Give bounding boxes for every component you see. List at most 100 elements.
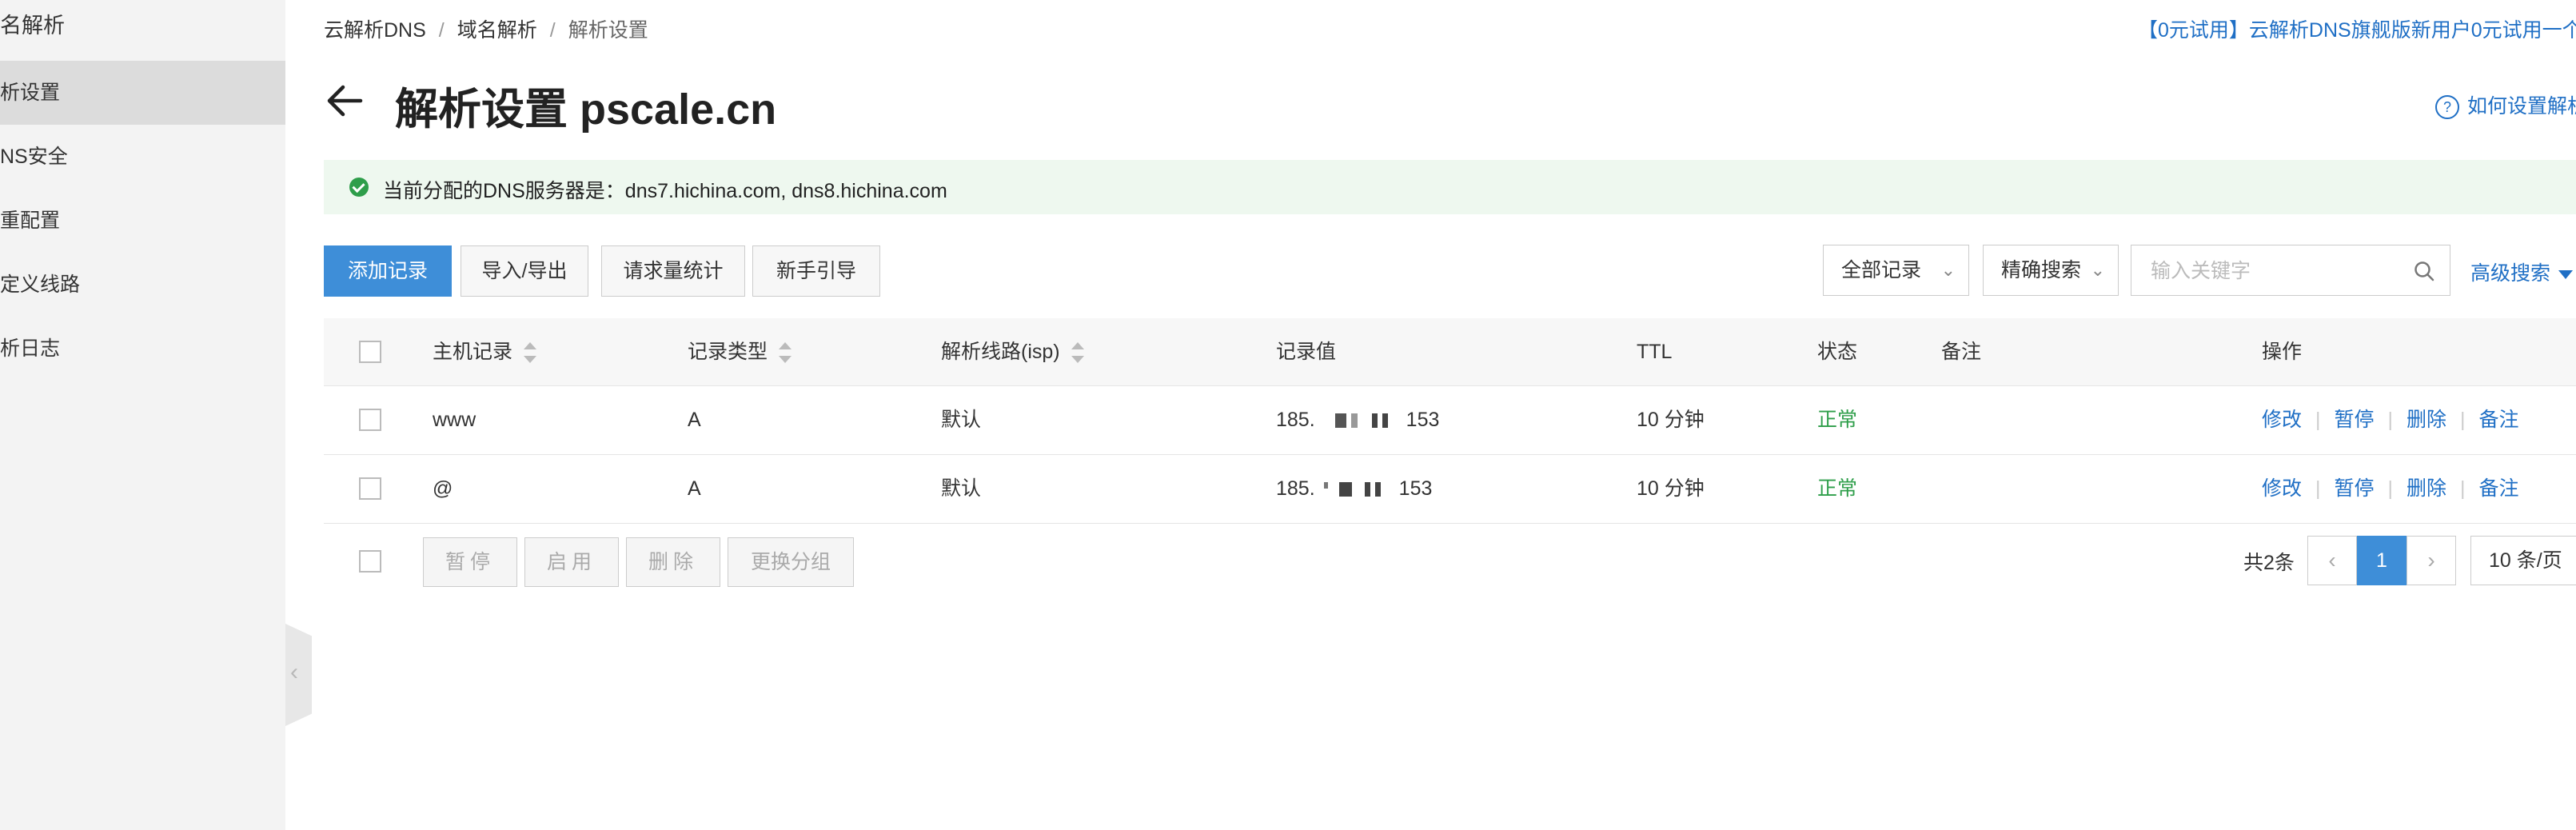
- line-cell: 默认: [941, 477, 982, 500]
- redaction-mask: [1374, 482, 1381, 497]
- redaction-mask: [1334, 413, 1346, 429]
- page-size-select[interactable]: 10 条/页: [2470, 536, 2576, 585]
- pause-link[interactable]: 暂停: [2335, 477, 2375, 500]
- dns-server-info-text: 当前分配的DNS服务器是：dns7.hichina.com, dns8.hich…: [383, 180, 947, 202]
- sidebar-title: 名解析: [0, 14, 65, 38]
- table-row: @ A 默认 185. 153 10 分钟 正常 修改 | 暂停 | 删除 | 备注: [324, 455, 2576, 524]
- record-filter-value: 全部记录: [1841, 259, 1922, 281]
- redaction-mask: [1371, 413, 1378, 429]
- status-cell: 正常: [1817, 409, 1858, 431]
- breadcrumb-item-domain-resolution[interactable]: 域名解析: [457, 19, 537, 42]
- caret-down-icon: [2558, 269, 2574, 279]
- breadcrumb-separator: /: [438, 19, 445, 42]
- next-page-button[interactable]: ›: [2407, 536, 2456, 585]
- host-cell: @: [433, 477, 453, 500]
- sort-icon[interactable]: [524, 341, 537, 364]
- value-prefix: 185.: [1276, 409, 1315, 431]
- column-header-type[interactable]: 记录类型: [688, 318, 792, 385]
- edit-link[interactable]: 修改: [2262, 409, 2302, 431]
- check-circle-icon: [349, 178, 369, 197]
- ttl-cell: 10 分钟: [1637, 477, 1705, 500]
- redaction-mask: [1338, 482, 1352, 497]
- type-cell: A: [688, 409, 701, 431]
- chevron-left-icon: ‹: [290, 659, 298, 685]
- value-suffix: 153: [1406, 409, 1440, 431]
- delete-link[interactable]: 删除: [2407, 409, 2446, 431]
- remark-link[interactable]: 备注: [2479, 477, 2519, 500]
- chevron-right-icon: ›: [2427, 548, 2435, 573]
- search-mode-select[interactable]: 精确搜索 ⌄: [1983, 245, 2119, 296]
- redaction-mask: [1364, 482, 1370, 497]
- breadcrumb-separator: /: [549, 19, 556, 42]
- help-link[interactable]: ? 如何设置解析: [2435, 90, 2576, 120]
- divider: |: [2460, 477, 2466, 500]
- sidebar-item-resolution-log[interactable]: 析日志: [0, 317, 285, 381]
- column-header-status: 状态: [1817, 341, 1858, 363]
- breadcrumb-item-cloud-dns[interactable]: 云解析DNS: [324, 19, 426, 42]
- column-header-ttl: TTL: [1637, 341, 1673, 363]
- row-checkbox[interactable]: [359, 477, 381, 500]
- change-group-button[interactable]: 更换分组: [728, 537, 854, 587]
- promo-link[interactable]: 【0元试用】云解析DNS旗舰版新用户0元试用一个月: [2138, 14, 2576, 43]
- question-icon: ?: [2435, 95, 2459, 120]
- ttl-cell: 10 分钟: [1637, 409, 1705, 431]
- remark-link[interactable]: 备注: [2479, 409, 2519, 431]
- advanced-search-label: 高级搜索: [2470, 262, 2551, 285]
- sort-icon[interactable]: [779, 341, 792, 364]
- search-input[interactable]: [2149, 257, 2392, 285]
- sidebar-collapse-handle[interactable]: ‹: [285, 624, 312, 726]
- sidebar: 名解析 析设置 NS安全 重配置 定义线路 析日志: [0, 0, 285, 830]
- sidebar-item-resolution-settings[interactable]: 析设置: [0, 61, 285, 125]
- edit-link[interactable]: 修改: [2262, 477, 2302, 500]
- row-actions: 修改 | 暂停 | 删除 | 备注: [2262, 455, 2519, 522]
- column-header-host-label: 主机记录: [433, 341, 513, 363]
- page-size-value: 10 条/页: [2489, 549, 2562, 572]
- footer-select-all-checkbox[interactable]: [359, 550, 381, 573]
- column-header-host[interactable]: 主机记录: [433, 318, 537, 385]
- back-arrow-icon[interactable]: [324, 80, 365, 122]
- row-checkbox[interactable]: [359, 409, 381, 431]
- column-header-type-label: 记录类型: [688, 341, 768, 363]
- chevron-down-icon: ⌄: [1940, 260, 1956, 280]
- breadcrumb: 云解析DNS / 域名解析 / 解析设置: [324, 14, 648, 43]
- divider: |: [2315, 409, 2321, 431]
- value-cell: 185. 153: [1276, 455, 1432, 522]
- delete-link[interactable]: 删除: [2407, 477, 2446, 500]
- column-header-value: 记录值: [1276, 341, 1337, 363]
- value-prefix: 185.: [1276, 477, 1315, 500]
- batch-enable-button[interactable]: 启用: [524, 537, 619, 587]
- column-header-line[interactable]: 解析线路(isp): [941, 318, 1084, 385]
- help-link-label: 如何设置解析: [2467, 95, 2576, 118]
- sidebar-item-dns-security[interactable]: NS安全: [0, 125, 285, 189]
- add-record-button[interactable]: 添加记录: [324, 245, 452, 297]
- table-row: www A 默认 185. 153 10 分钟 正常 修改 | 暂停 | 删除 | 备注: [324, 386, 2576, 455]
- sort-icon[interactable]: [1071, 341, 1084, 364]
- request-stats-button[interactable]: 请求量统计: [601, 245, 745, 297]
- search-box: [2131, 245, 2450, 296]
- page-1-button[interactable]: 1: [2357, 536, 2407, 585]
- value-suffix: 153: [1398, 477, 1433, 500]
- divider: |: [2460, 409, 2466, 431]
- divider: |: [2387, 477, 2394, 500]
- advanced-search-toggle[interactable]: 高级搜索: [2470, 257, 2574, 286]
- page-title: 解析设置 pscale.cn: [395, 86, 777, 134]
- search-icon[interactable]: [2413, 260, 2435, 282]
- redaction-mask: [1382, 413, 1388, 429]
- beginner-guide-button[interactable]: 新手引导: [752, 245, 880, 297]
- dns-server-info-bar: 当前分配的DNS服务器是：dns7.hichina.com, dns8.hich…: [324, 160, 2576, 214]
- batch-delete-button[interactable]: 删除: [626, 537, 720, 587]
- search-mode-value: 精确搜索: [2001, 259, 2082, 281]
- record-filter-select[interactable]: 全部记录 ⌄: [1823, 245, 1969, 296]
- select-all-checkbox[interactable]: [359, 341, 381, 363]
- batch-pause-button[interactable]: 暂停: [423, 537, 517, 587]
- redaction-mask: [1350, 413, 1358, 429]
- pause-link[interactable]: 暂停: [2335, 409, 2375, 431]
- import-export-button[interactable]: 导入/导出: [461, 245, 588, 297]
- sidebar-item-config[interactable]: 重配置: [0, 189, 285, 253]
- status-cell: 正常: [1817, 477, 1858, 500]
- prev-page-button[interactable]: ‹: [2307, 536, 2357, 585]
- redaction-mask: [1323, 482, 1328, 489]
- sidebar-item-custom-lines[interactable]: 定义线路: [0, 253, 285, 317]
- chevron-left-icon: ‹: [2328, 548, 2336, 573]
- column-header-remark: 备注: [1941, 341, 1982, 363]
